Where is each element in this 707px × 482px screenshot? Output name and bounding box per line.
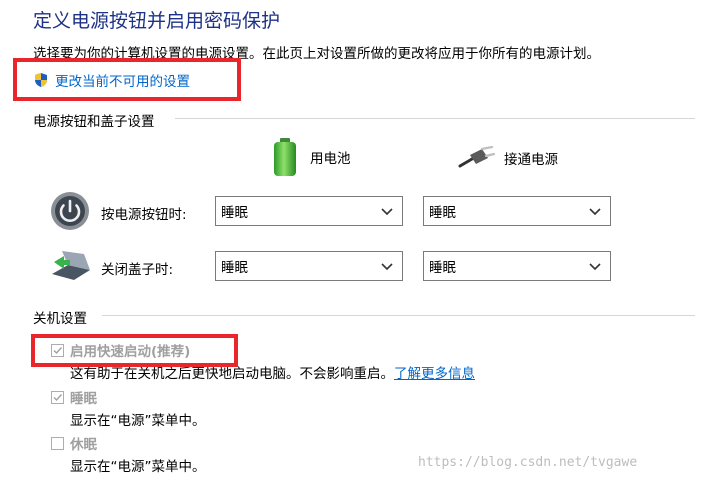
sleep-label: 睡眠 — [70, 391, 97, 407]
lid-row: 关闭盖子时: 睡眠 睡眠 — [48, 244, 707, 288]
power-button-row: 按电源按钮时: 睡眠 睡眠 — [48, 189, 707, 233]
fast-startup-label-overlay: 启用快速启动(推荐) — [70, 344, 191, 360]
sleep-checkbox[interactable] — [51, 390, 64, 404]
laptop-lid-icon — [48, 250, 92, 286]
fast-startup-desc-text: 这有助于在关机之后更快地启动电脑。不会影响重启。 — [70, 366, 394, 382]
select-value: 睡眠 — [429, 205, 456, 221]
col-plugged-label: 接通电源 — [504, 152, 558, 168]
section-divider — [102, 315, 695, 316]
hibernate-label: 休眠 — [70, 437, 97, 453]
battery-icon — [268, 136, 302, 178]
lid-plugged-select[interactable]: 睡眠 — [423, 251, 611, 281]
watermark-text: https://blog.csdn.net/tvgawe — [418, 455, 638, 470]
power-button-battery-select[interactable]: 睡眠 — [215, 196, 403, 226]
col-head-battery: 用电池 — [268, 136, 351, 178]
col-battery-label: 用电池 — [310, 151, 351, 167]
chevron-down-icon — [589, 263, 601, 271]
hibernate-checkbox-row[interactable]: 休眠 — [51, 433, 97, 453]
power-plug-icon — [458, 145, 496, 170]
power-button-plugged-select[interactable]: 睡眠 — [423, 196, 611, 226]
select-value: 睡眠 — [429, 260, 456, 276]
power-button-label: 按电源按钮时: — [101, 207, 187, 223]
learn-more-link[interactable]: 了解更多信息 — [394, 366, 475, 382]
col-head-plugged: 接通电源 — [458, 145, 558, 170]
select-value: 睡眠 — [221, 260, 248, 276]
chevron-down-icon — [589, 208, 601, 216]
chevron-down-icon — [381, 208, 393, 216]
hibernate-checkbox[interactable] — [51, 436, 64, 450]
sleep-description: 显示在“电源”菜单中。 — [70, 413, 206, 429]
shutdown-section-title: 关机设置 — [33, 311, 87, 327]
power-section-title: 电源按钮和盖子设置 — [33, 114, 155, 130]
page-title: 定义电源按钮并启用密码保护 — [33, 10, 281, 32]
lid-label: 关闭盖子时: — [101, 262, 174, 278]
highlight-box-change-link — [13, 58, 241, 101]
fast-startup-checkbox-row-overlay: 启用快速启动(推荐) — [51, 340, 190, 360]
lid-battery-select[interactable]: 睡眠 — [215, 251, 403, 281]
chevron-down-icon — [381, 263, 393, 271]
sleep-checkbox-row[interactable]: 睡眠 — [51, 387, 97, 407]
checkbox-mark — [51, 343, 64, 357]
section-divider — [175, 118, 695, 119]
power-button-icon — [50, 191, 90, 231]
select-value: 睡眠 — [221, 205, 248, 221]
hibernate-description: 显示在“电源”菜单中。 — [70, 459, 206, 475]
